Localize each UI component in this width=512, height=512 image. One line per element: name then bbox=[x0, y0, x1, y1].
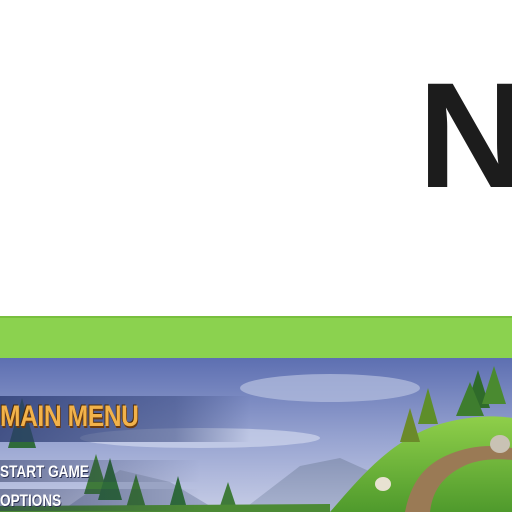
cloud bbox=[240, 374, 420, 402]
menu-title: MAIN MENU bbox=[0, 400, 139, 433]
game-screenshot: MAIN MENU START GAME OPTIONS bbox=[0, 358, 512, 512]
options-button[interactable]: OPTIONS bbox=[0, 492, 61, 509]
header-area: N bbox=[0, 0, 512, 316]
green-band bbox=[0, 316, 512, 358]
logo-text: N bbox=[418, 51, 512, 219]
page: N MAIN MENU START GAME OPTIONS bbox=[0, 0, 512, 512]
rock bbox=[375, 477, 391, 491]
rock bbox=[490, 435, 510, 453]
start-game-button[interactable]: START GAME bbox=[0, 463, 89, 480]
